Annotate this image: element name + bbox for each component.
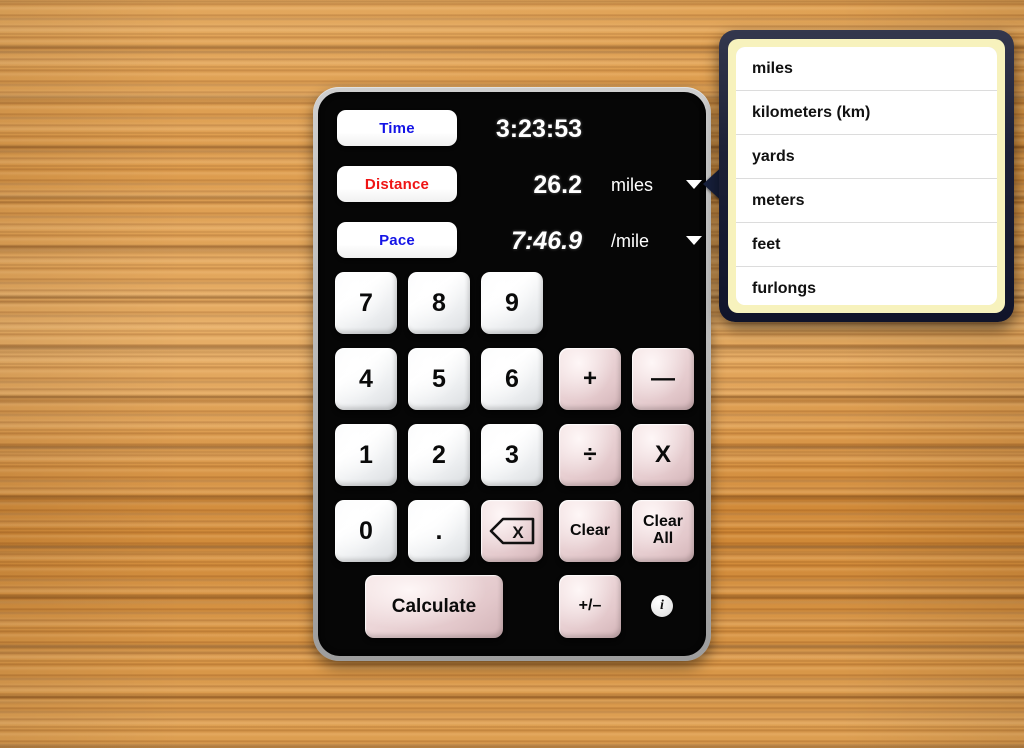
key-1[interactable]: 1	[335, 424, 397, 486]
key-multiply[interactable]: X	[632, 424, 694, 486]
calculator-screen-body: Time 3:23:53 Distance 26.2 miles Pace 7:…	[318, 92, 706, 656]
key-5[interactable]: 5	[408, 348, 470, 410]
backspace-icon: X	[489, 517, 535, 545]
key-backspace[interactable]: X	[481, 500, 543, 562]
key-8[interactable]: 8	[408, 272, 470, 334]
list-item[interactable]: feet	[736, 223, 997, 267]
field-button-pace[interactable]: Pace	[337, 222, 457, 258]
unit-options-list: miles kilometers (km) yards meters feet …	[736, 47, 997, 305]
key-3[interactable]: 3	[481, 424, 543, 486]
field-button-time[interactable]: Time	[337, 110, 457, 146]
field-button-distance[interactable]: Distance	[337, 166, 457, 202]
key-divide[interactable]: ÷	[559, 424, 621, 486]
key-clear-all[interactable]: Clear All	[632, 500, 694, 562]
display-row-pace: Pace 7:46.9 /mile	[318, 222, 706, 268]
unit-select-popup: miles kilometers (km) yards meters feet …	[719, 30, 1014, 322]
key-9[interactable]: 9	[481, 272, 543, 334]
key-decimal[interactable]: .	[408, 500, 470, 562]
value-time[interactable]: 3:23:53	[496, 115, 582, 144]
key-clear[interactable]: Clear	[559, 500, 621, 562]
info-icon[interactable]: i	[651, 595, 673, 617]
unit-distance[interactable]: miles	[611, 175, 653, 196]
key-sign-toggle[interactable]: +/–	[559, 575, 621, 638]
value-pace[interactable]: 7:46.9	[511, 227, 582, 256]
list-item[interactable]: yards	[736, 135, 997, 179]
chevron-down-icon-pace[interactable]	[686, 236, 702, 245]
key-calculate[interactable]: Calculate	[365, 575, 503, 638]
key-plus[interactable]: +	[559, 348, 621, 410]
key-minus[interactable]: —	[632, 348, 694, 410]
list-item[interactable]: furlongs	[736, 267, 997, 305]
key-2[interactable]: 2	[408, 424, 470, 486]
list-item[interactable]: kilometers (km)	[736, 91, 997, 135]
list-item[interactable]: meters	[736, 179, 997, 223]
chevron-down-icon-distance[interactable]	[686, 180, 702, 189]
display-row-distance: Distance 26.2 miles	[318, 166, 706, 212]
unit-pace[interactable]: /mile	[611, 231, 649, 252]
value-distance[interactable]: 26.2	[533, 171, 582, 200]
display-row-time: Time 3:23:53	[318, 110, 706, 156]
key-0[interactable]: 0	[335, 500, 397, 562]
backspace-x-letter: X	[512, 523, 524, 542]
key-6[interactable]: 6	[481, 348, 543, 410]
popup-yellow-frame: miles kilometers (km) yards meters feet …	[728, 39, 1005, 313]
calculator-device: Time 3:23:53 Distance 26.2 miles Pace 7:…	[313, 87, 711, 661]
key-4[interactable]: 4	[335, 348, 397, 410]
list-item[interactable]: miles	[736, 47, 997, 91]
key-7[interactable]: 7	[335, 272, 397, 334]
